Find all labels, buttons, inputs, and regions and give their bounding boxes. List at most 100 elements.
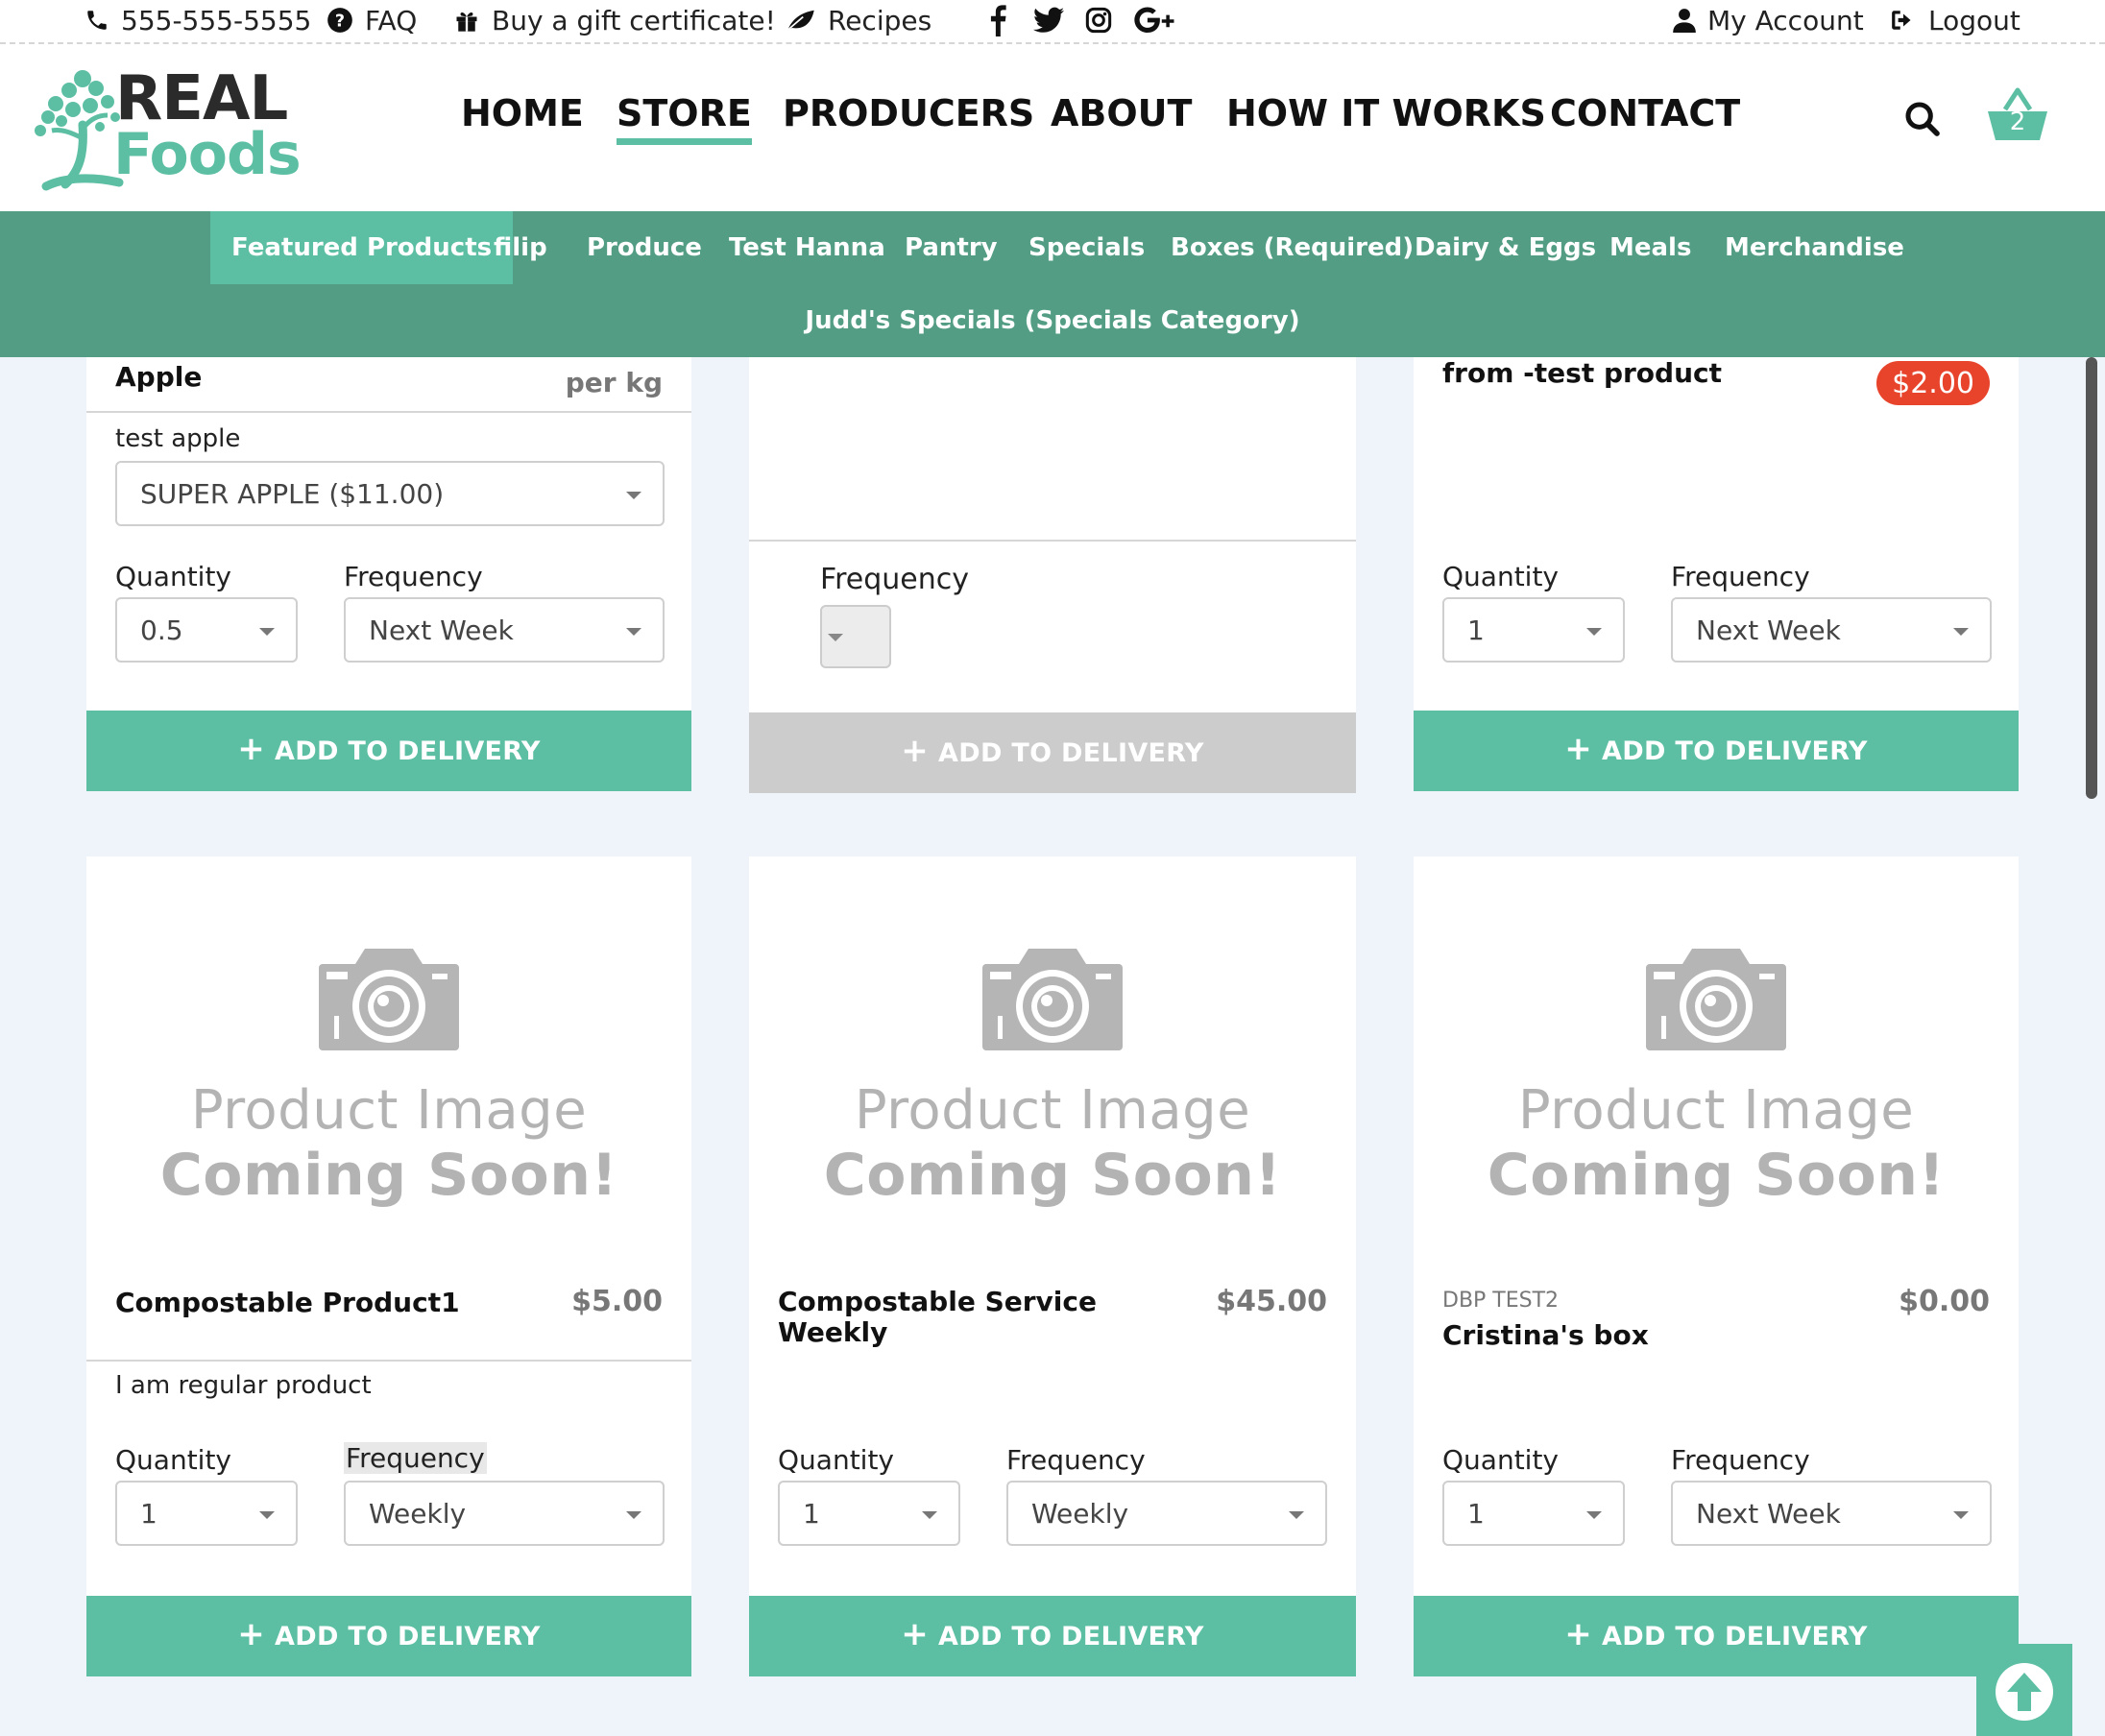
category-meals[interactable]: Meals	[1588, 211, 1712, 284]
add-to-delivery-button-disabled[interactable]: + ADD TO DELIVERY	[749, 712, 1356, 793]
quantity-value: 1	[140, 1497, 157, 1530]
frequency-value: Next Week	[1696, 614, 1841, 646]
category-boxes[interactable]: Boxes (Required)	[1149, 211, 1435, 284]
faq-link[interactable]: ? FAQ	[327, 0, 417, 40]
frequency-select[interactable]: Next Week	[1671, 1481, 1992, 1546]
caret-down-icon	[1289, 1511, 1304, 1519]
camera-icon	[982, 949, 1123, 1050]
product-price: $5.00	[571, 1285, 663, 1318]
image-placeholder-text: Product Image Coming Soon!	[1414, 1079, 2019, 1209]
divider	[86, 411, 691, 413]
nav-contact[interactable]: CONTACT	[1550, 92, 1740, 134]
product-name: Compostable Service Weekly	[778, 1287, 1097, 1348]
category-specials[interactable]: Specials	[1007, 211, 1166, 284]
frequency-select[interactable]: Next Week	[344, 597, 665, 663]
plus-icon: +	[901, 1615, 930, 1653]
frequency-label: Frequency	[1006, 1444, 1146, 1476]
gift-label: Buy a gift certificate!	[492, 4, 776, 36]
cart-button[interactable]: 2	[1986, 84, 2049, 152]
variant-select[interactable]: SUPER APPLE ($11.00)	[115, 461, 665, 526]
nav-about[interactable]: ABOUT	[1051, 92, 1192, 134]
quantity-value: 0.5	[140, 614, 183, 646]
product-card: Apple per kg test apple SUPER APPLE ($11…	[86, 357, 691, 791]
caret-down-icon	[1953, 1511, 1969, 1519]
quantity-select[interactable]: 1	[1442, 597, 1625, 663]
google-plus-icon[interactable]	[1133, 6, 1177, 38]
caret-down-icon	[626, 628, 641, 636]
caret-down-icon	[1953, 628, 1969, 636]
cart-count: 2	[2009, 108, 2026, 136]
placeholder-line-2: Coming Soon!	[823, 1142, 1282, 1209]
add-to-delivery-button[interactable]: + ADD TO DELIVERY	[1414, 1596, 2019, 1676]
add-to-delivery-label: ADD TO DELIVERY	[938, 737, 1204, 768]
nav-how-it-works[interactable]: HOW IT WORKS	[1226, 92, 1546, 134]
category-dairy-eggs[interactable]: Dairy & Eggs	[1393, 211, 1617, 284]
frequency-value: Weekly	[369, 1497, 467, 1530]
add-to-delivery-button[interactable]: + ADD TO DELIVERY	[86, 711, 691, 791]
gift-certificate-link[interactable]: Buy a gift certificate!	[453, 0, 776, 40]
caret-down-icon	[828, 634, 843, 641]
nav-producers[interactable]: PRODUCERS	[783, 92, 1034, 134]
phone-link[interactable]: 555-555-5555	[85, 0, 311, 40]
category-pantry[interactable]: Pantry	[883, 211, 1019, 284]
caret-down-icon	[259, 628, 275, 636]
search-icon[interactable]	[1903, 100, 1942, 138]
frequency-value: Weekly	[1031, 1497, 1129, 1530]
recipes-link[interactable]: Recipes	[786, 0, 932, 40]
placeholder-line-1: Product Image	[190, 1079, 588, 1142]
logo-text-foods: Foods	[113, 121, 302, 188]
plus-icon: +	[1564, 1615, 1593, 1653]
back-to-top-button[interactable]	[1976, 1644, 2072, 1736]
product-description: test apple	[115, 424, 241, 453]
frequency-select[interactable]: Next Week	[1671, 597, 1992, 663]
add-to-delivery-button[interactable]: + ADD TO DELIVERY	[1414, 711, 2019, 791]
divider	[86, 1360, 691, 1362]
nav-home[interactable]: HOME	[461, 92, 584, 134]
facebook-icon[interactable]	[987, 4, 1008, 40]
add-to-delivery-button[interactable]: + ADD TO DELIVERY	[86, 1596, 691, 1676]
add-to-delivery-label: ADD TO DELIVERY	[275, 1621, 541, 1652]
divider	[749, 540, 1356, 542]
page-scrollbar[interactable]	[2086, 357, 2097, 799]
product-card: from -test product $2.00 Quantity Freque…	[1414, 357, 2019, 791]
twitter-icon[interactable]	[1033, 7, 1064, 37]
quantity-value: 1	[1467, 614, 1485, 646]
my-account-link[interactable]: My Account	[1673, 0, 1864, 40]
caret-down-icon	[626, 492, 641, 499]
instagram-icon[interactable]	[1085, 7, 1112, 37]
placeholder-line-2: Coming Soon!	[159, 1142, 618, 1209]
frequency-select[interactable]: Weekly	[344, 1481, 665, 1546]
product-unit: per kg	[565, 367, 663, 398]
category-judds-specials[interactable]: Judd's Specials (Specials Category)	[0, 284, 2105, 357]
caret-down-icon	[1586, 628, 1602, 636]
category-bar: Featured Products filip Produce Test Han…	[0, 211, 2105, 357]
category-produce[interactable]: Produce	[566, 211, 723, 284]
category-filip[interactable]: filip	[472, 211, 569, 284]
nav-store[interactable]: STORE	[617, 92, 752, 145]
quantity-label: Quantity	[1442, 1444, 1559, 1476]
product-name: Cristina's box	[1442, 1319, 1649, 1351]
logout-link[interactable]: Logout	[1890, 0, 2020, 40]
svg-text:?: ?	[335, 12, 345, 31]
real-foods-logo[interactable]: REAL Foods	[27, 58, 302, 192]
category-merchandise[interactable]: Merchandise	[1704, 211, 1925, 284]
product-card: Product Image Coming Soon! Compostable S…	[749, 856, 1356, 1676]
frequency-value: Next Week	[369, 614, 514, 646]
quantity-select[interactable]: 1	[115, 1481, 298, 1546]
add-to-delivery-button[interactable]: + ADD TO DELIVERY	[749, 1596, 1356, 1676]
image-placeholder-text: Product Image Coming Soon!	[749, 1079, 1356, 1209]
caret-down-icon	[922, 1511, 937, 1519]
frequency-select-empty[interactable]	[820, 605, 891, 668]
quantity-label: Quantity	[115, 561, 231, 592]
caret-down-icon	[626, 1511, 641, 1519]
add-to-delivery-label: ADD TO DELIVERY	[938, 1621, 1204, 1652]
quantity-select[interactable]: 1	[1442, 1481, 1625, 1546]
category-test-hanna[interactable]: Test Hanna	[708, 211, 907, 284]
frequency-label: Frequency	[1671, 1444, 1810, 1476]
frequency-select[interactable]: Weekly	[1006, 1481, 1327, 1546]
phone-icon	[87, 11, 107, 30]
category-featured-products[interactable]: Featured Products	[210, 211, 514, 284]
quantity-select[interactable]: 1	[778, 1481, 960, 1546]
quantity-select[interactable]: 0.5	[115, 597, 298, 663]
add-to-delivery-label: ADD TO DELIVERY	[275, 735, 541, 766]
